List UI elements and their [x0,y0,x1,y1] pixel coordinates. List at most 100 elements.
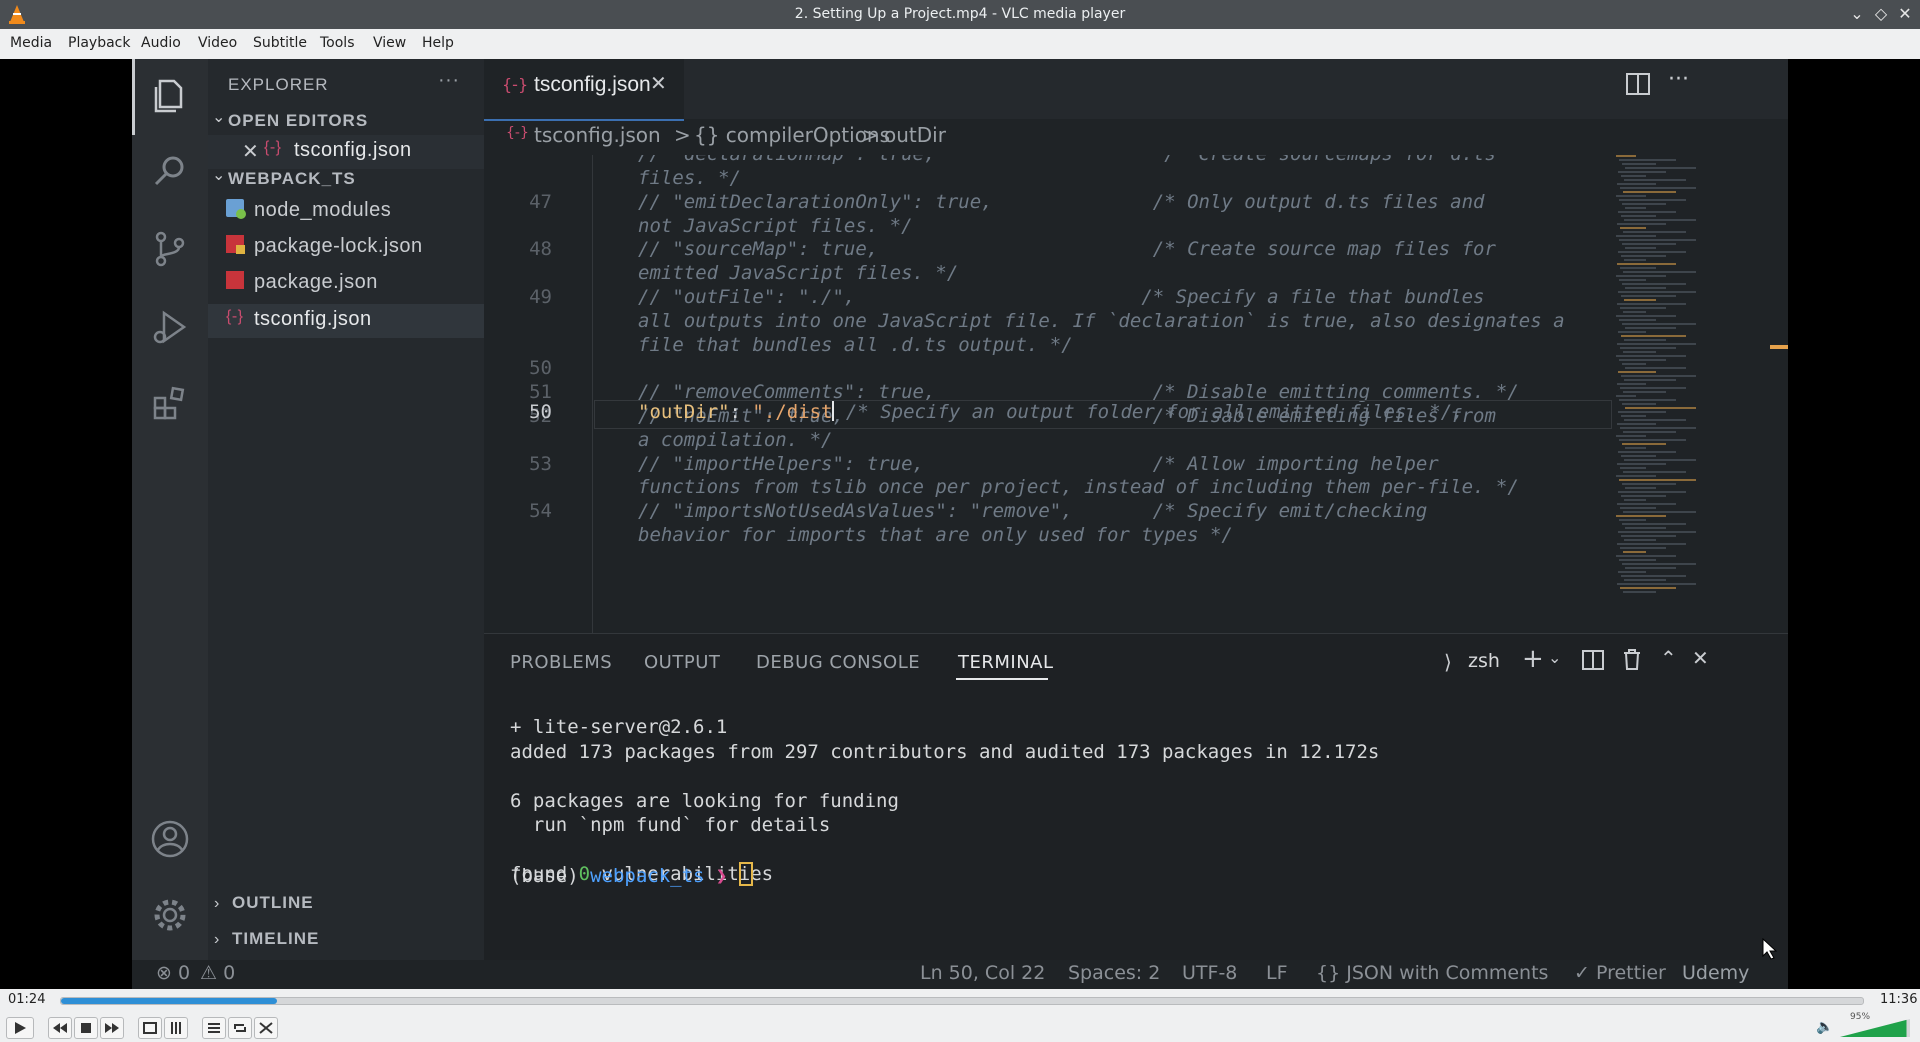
source-control-icon[interactable] [150,229,190,269]
tab-output[interactable]: OUTPUT [644,652,720,673]
timeline-header[interactable]: TIMELINE [232,929,319,949]
chevron-down-icon[interactable]: ⌄ [1548,648,1561,667]
menu-video[interactable]: Video [198,35,237,51]
minimap-line [1616,555,1676,557]
previous-button[interactable] [48,1017,72,1039]
shell-name[interactable]: zsh [1468,650,1500,672]
menu-media[interactable]: Media [10,35,52,51]
playlist-button[interactable] [202,1017,226,1039]
chevron-down-icon[interactable]: ⌄ [212,107,226,127]
file-item-package-json[interactable]: package.json [208,269,484,301]
accounts-icon[interactable] [150,819,190,859]
shuffle-button[interactable] [254,1017,278,1039]
code-line: not JavaScript files. */ [638,214,913,237]
file-name: package-lock.json [254,235,423,257]
breadcrumb-section[interactable]: {} compilerOptions [694,123,890,147]
split-terminal-icon[interactable] [1582,650,1604,670]
cursor-position[interactable]: Ln 50, Col 22 [920,962,1045,984]
maximize-panel-icon[interactable]: ⌃ [1660,646,1677,670]
close-tab-icon[interactable]: ✕ [650,71,667,95]
minimap-line [1616,355,1686,357]
search-icon[interactable] [150,151,190,191]
open-editors-header[interactable]: OPEN EDITORS [228,111,368,131]
chevron-down-icon[interactable]: ⌄ [212,165,226,185]
minimap-line [1625,287,1666,289]
warnings-indicator[interactable]: ⚠ 0 [200,962,235,984]
stop-button[interactable] [74,1017,98,1039]
fullscreen-button[interactable] [138,1017,162,1039]
breadcrumb-leaf[interactable]: outDir [884,123,946,147]
menu-subtitle[interactable]: Subtitle [253,35,307,51]
menu-help[interactable]: Help [422,35,454,51]
breadcrumb-file[interactable]: tsconfig.json [534,123,661,147]
node-badge-icon [236,209,246,219]
terminal-line: added 173 packages from 297 contributors… [510,740,1380,763]
file-item-package-lock[interactable]: package-lock.json [208,233,484,265]
errors-indicator[interactable]: ⊗ 0 [156,962,190,984]
code-line: // "outFile": "./", /* Specify a file th… [638,286,1485,308]
run-debug-icon[interactable] [150,307,190,347]
minimap-line [1617,263,1676,265]
minimap[interactable] [1612,155,1722,615]
minimap-line [1618,211,1676,213]
file-name: node_modules [254,199,392,221]
maximize-button[interactable]: ◇ [1870,3,1892,25]
outline-header[interactable]: OUTLINE [232,893,314,913]
extensions-icon[interactable] [150,383,190,423]
code-line: all outputs into one JavaScript file. If… [638,309,1565,332]
minimap-line [1620,307,1666,309]
minimap-line [1619,519,1646,521]
chevron-right-icon[interactable]: › [214,895,220,913]
code-line: // "importHelpers": true, /* Allow impor… [638,452,1439,475]
explorer-more-icon[interactable]: ··· [438,69,459,92]
explorer-icon[interactable] [150,75,190,115]
chevron-right-icon[interactable]: › [214,931,220,949]
open-editor-item[interactable]: ✕ {-} tsconfig.json [208,135,484,169]
file-item-tsconfig[interactable]: {-} tsconfig.json [208,304,484,338]
minimap-line [1624,259,1646,261]
close-window-button[interactable]: ✕ [1894,3,1916,25]
new-terminal-icon[interactable]: + [1522,644,1544,674]
minimize-button[interactable]: ⌄ [1846,3,1868,25]
seek-slider[interactable] [60,997,1864,1005]
menu-view[interactable]: View [373,35,406,51]
line-ending[interactable]: LF [1266,962,1288,984]
tab-tsconfig[interactable]: {-} tsconfig.json ✕ [484,59,684,121]
next-button[interactable] [100,1017,124,1039]
menu-audio[interactable]: Audio [141,35,181,51]
line-number: 48 [529,238,552,261]
split-editor-icon[interactable] [1626,73,1650,95]
terminal-prompt[interactable]: (base) webpack_ts ❯ [510,862,753,887]
minimap-line [1624,219,1696,221]
more-actions-icon[interactable]: ··· [1668,67,1689,92]
speaker-icon[interactable]: 🔈 [1816,1019,1833,1035]
tab-terminal[interactable]: TERMINAL [958,652,1054,673]
minimap-line [1618,331,1646,333]
file-name: package.json [254,271,378,293]
menu-playback[interactable]: Playback [68,35,130,51]
trash-icon[interactable] [1622,648,1642,670]
settings-gear-icon[interactable] [150,895,190,935]
prettier-status[interactable]: ✓ Prettier [1574,962,1666,984]
close-icon[interactable]: ✕ [242,139,259,164]
tab-problems[interactable]: PROBLEMS [510,652,612,673]
prompt-dir: webpack_ts [590,865,705,887]
code-area[interactable]: // "declarationMap": true, /* Create sou… [484,155,1612,633]
play-button[interactable] [6,1017,34,1039]
project-header[interactable]: WEBPACK_TS [228,169,356,189]
minimap-line [1622,283,1686,285]
line-number: 54 [529,500,552,523]
encoding[interactable]: UTF-8 [1182,962,1237,984]
minimap-line [1622,523,1686,525]
extended-settings-button[interactable] [164,1017,188,1039]
loop-button[interactable] [228,1017,252,1039]
tab-debug-console[interactable]: DEBUG CONSOLE [756,652,920,673]
code-line: // "sourceMap": true, /* Create source m… [638,238,1496,261]
menu-tools[interactable]: Tools [320,35,355,51]
file-item-node-modules[interactable]: node_modules [208,197,484,229]
indentation[interactable]: Spaces: 2 [1068,962,1160,984]
minimap-line [1623,591,1656,593]
close-panel-icon[interactable]: ✕ [1692,646,1709,670]
minimap-line [1622,323,1696,325]
language-mode[interactable]: {} JSON with Comments [1316,962,1548,984]
